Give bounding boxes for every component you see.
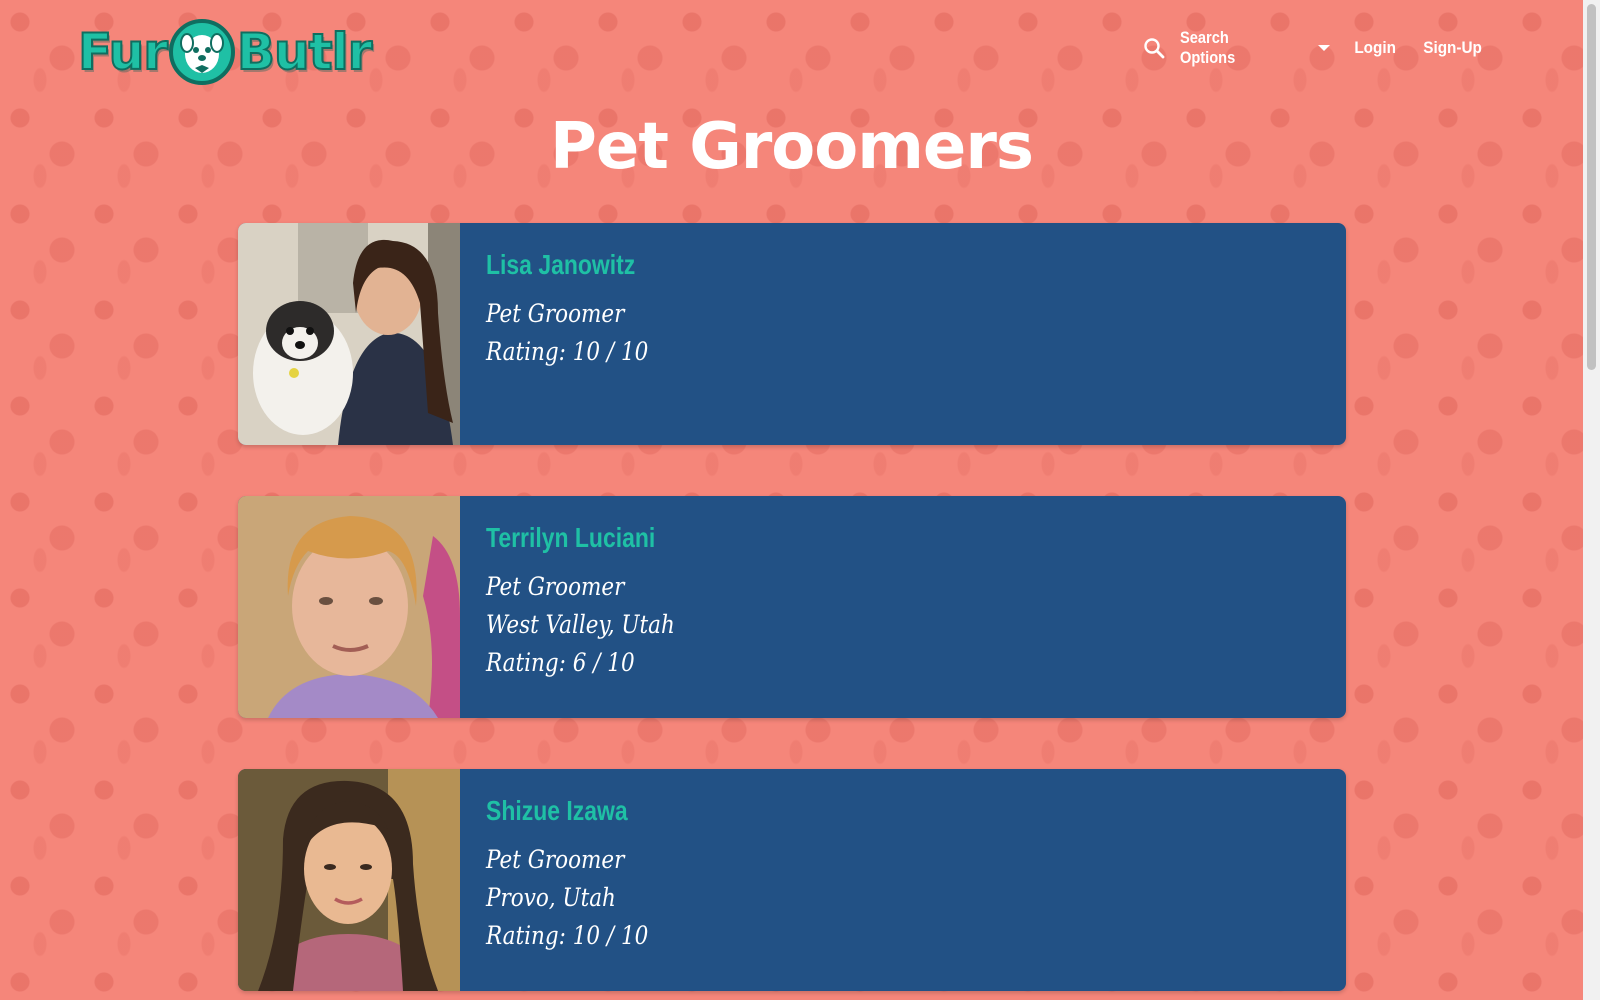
top-navigation: Fur Butlr Search Options Login Sign-Up [0,0,1583,100]
groomer-name[interactable]: Lisa Janowitz [486,249,641,281]
groomer-rating: Rating: 10 / 10 [486,921,649,950]
search-icon[interactable] [1142,36,1166,60]
groomer-photo [238,223,460,445]
furbutlr-logo[interactable]: Fur Butlr [77,14,373,90]
groomer-info: Lisa Janowitz Pet Groomer Rating: 10 / 1… [460,223,701,445]
groomer-location: West Valley, Utah [486,610,675,639]
page-title: Pet Groomers [550,110,1034,184]
groomer-role: Pet Groomer [486,299,625,328]
scrollbar-thumb[interactable] [1587,4,1596,370]
groomer-rating: Rating: 6 / 10 [486,648,635,677]
groomer-card[interactable]: Lisa Janowitz Pet Groomer Rating: 10 / 1… [238,223,1346,445]
groomer-info: Shizue Izawa Pet Groomer Provo, Utah Rat… [460,769,701,991]
groomer-list: Lisa Janowitz Pet Groomer Rating: 10 / 1… [238,223,1346,1000]
groomer-role: Pet Groomer [486,845,625,874]
login-link[interactable]: Login [1354,38,1396,58]
logo-text-left: Fur [77,22,169,82]
groomer-name[interactable]: Terrilyn Luciani [486,522,666,554]
groomer-rating: Rating: 10 / 10 [486,337,649,366]
signup-link[interactable]: Sign-Up [1423,38,1482,58]
search-options-label: Search Options [1179,28,1235,67]
logo-text-right: Butlr [236,22,373,82]
groomer-card[interactable]: Terrilyn Luciani Pet Groomer West Valley… [238,496,1346,718]
chevron-down-icon [1317,45,1330,51]
pet-face-icon [168,19,235,85]
search-options-dropdown[interactable]: Search Options [1180,28,1330,68]
nav-menu: Search Options Login Sign-Up [1142,28,1485,68]
groomer-name[interactable]: Shizue Izawa [486,795,641,827]
groomer-role: Pet Groomer [486,572,625,601]
groomer-info: Terrilyn Luciani Pet Groomer West Valley… [460,496,732,718]
groomer-photo [238,496,460,718]
groomer-photo [238,769,460,991]
page-scrollbar[interactable] [1583,0,1600,1000]
groomer-location: Provo, Utah [486,883,616,912]
groomer-card[interactable]: Shizue Izawa Pet Groomer Provo, Utah Rat… [238,769,1346,991]
